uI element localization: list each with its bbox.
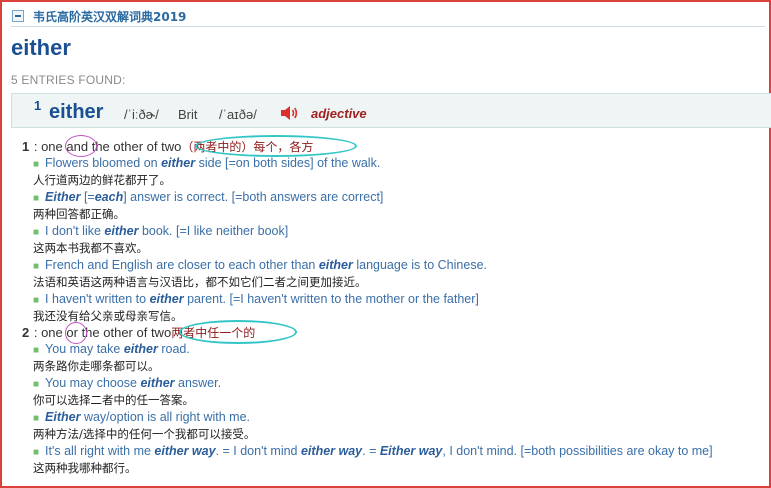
definition-text: one: [41, 139, 67, 154]
square-bullet-icon: ■: [33, 261, 40, 272]
example-keyword: either: [149, 292, 184, 306]
minus-icon[interactable]: [12, 10, 24, 22]
dictionary-name[interactable]: 韦氏高阶英汉双解词典2019: [33, 8, 186, 25]
example-text: Flowers bloomed on: [45, 156, 162, 170]
example-sentence: ■ French and English are closer to each o…: [33, 258, 487, 274]
entry-word: either: [49, 101, 104, 123]
example-sentence: ■ I haven't written to either parent. [=I…: [33, 292, 479, 308]
example-translation: 这两本书我都不喜欢。: [33, 241, 148, 255]
example-text: ] answer is correct. [=both answers are …: [123, 190, 384, 204]
example-keyword: either: [123, 342, 158, 356]
highlight-ring-chinese-2: [179, 320, 297, 344]
example-keyword: either way: [154, 444, 216, 458]
example-sentence: ■ You may choose either answer.: [33, 376, 221, 392]
square-bullet-icon: ■: [33, 413, 40, 424]
square-bullet-icon: ■: [33, 379, 40, 390]
header-divider: [11, 26, 765, 27]
pronunciation-us: /ˈiːðɚ/: [124, 107, 159, 122]
example-text: road.: [157, 342, 190, 356]
example-text: French and English are closer to each ot…: [45, 258, 319, 272]
sense-separator: :: [30, 325, 42, 340]
square-bullet-icon: ■: [33, 447, 40, 458]
example-translation: 两条路你走哪条都可以。: [33, 359, 160, 373]
example-text: way/option is all right with me.: [80, 410, 250, 424]
definition-text: the other of two: [77, 325, 172, 340]
example-keyword: Either: [45, 410, 81, 424]
example-text: book. [=I like neither book]: [138, 224, 289, 238]
example-text: language is to Chinese.: [352, 258, 487, 272]
headword-title: either: [11, 35, 71, 60]
square-bullet-icon: ■: [33, 345, 40, 356]
sense-number: 1: [22, 139, 30, 154]
example-keyword: either: [104, 224, 139, 238]
square-bullet-icon: ■: [33, 295, 40, 306]
example-sentence: ■ It's all right with me either way. = I …: [33, 444, 713, 460]
part-of-speech: adjective: [311, 106, 367, 121]
dictionary-header: 韦氏高阶英汉双解词典2019: [12, 7, 186, 25]
example-keyword: Either: [45, 190, 81, 204]
example-sentence: ■ I don't like either book. [=I like neit…: [33, 224, 288, 240]
example-text: [=: [80, 190, 95, 204]
sense-number: 2: [22, 325, 30, 340]
example-translation: 两种回答都正确。: [33, 207, 125, 221]
example-text: . =: [362, 444, 380, 458]
highlight-ring-or: [65, 322, 87, 344]
highlight-ring-chinese-1: [195, 135, 357, 157]
example-text: You may take: [45, 342, 124, 356]
example-keyword: each: [94, 190, 124, 204]
example-sentence: ■ You may take either road.: [33, 342, 190, 358]
example-keyword: either way: [300, 444, 363, 458]
definition-text: one: [41, 325, 67, 340]
example-sentence: ■ Flowers bloomed on either side [=on bot…: [33, 156, 380, 172]
example-text: answer.: [174, 376, 222, 390]
speaker-icon[interactable]: [279, 104, 299, 122]
example-text: , I don't mind. [=both possibilities are…: [442, 444, 713, 458]
example-text: You may choose: [45, 376, 141, 390]
pronunciation-uk: /ˈaɪðə/: [219, 107, 257, 122]
example-text: I haven't written to: [45, 292, 150, 306]
square-bullet-icon: ■: [33, 227, 40, 238]
example-translation: 你可以选择二者中的任一答案。: [33, 393, 194, 407]
example-keyword: Either way: [379, 444, 443, 458]
example-text: parent. [=I haven't written to the mothe…: [183, 292, 479, 306]
example-translation: 这两种我哪种都行。: [33, 461, 137, 475]
example-text: I don't like: [45, 224, 105, 238]
sense-separator: :: [30, 139, 42, 154]
example-text: . = I don't mind: [215, 444, 301, 458]
example-sentence: ■ Either way/option is all right with me.: [33, 410, 250, 426]
highlight-ring-and: [65, 135, 97, 157]
brit-label: Brit: [178, 107, 198, 122]
example-translation: 我还没有给父亲或母亲写信。: [33, 309, 183, 323]
square-bullet-icon: ■: [33, 193, 40, 204]
example-keyword: either: [161, 156, 196, 170]
example-text: It's all right with me: [45, 444, 155, 458]
example-text: side [=on both sides] of the walk.: [195, 156, 381, 170]
window-frame: 韦氏高阶英汉双解词典2019 either 5 ENTRIES FOUND: 1…: [0, 0, 771, 488]
example-keyword: either: [140, 376, 175, 390]
definition-text: the other of two: [88, 139, 182, 154]
example-sentence: ■ Either [=each] answer is correct. [=bot…: [33, 190, 383, 206]
entry-number: 1: [34, 98, 42, 113]
example-translation: 两种方法/选择中的任何一个我都可以接受。: [33, 427, 256, 441]
example-translation: 法语和英语这两种语言与汉语比，都不如它们二者之间更加接近。: [33, 275, 367, 289]
entry-header-bar: 1 either /ˈiːðɚ/ Brit /ˈaɪðə/ adjective: [11, 93, 771, 128]
example-keyword: either: [318, 258, 353, 272]
square-bullet-icon: ■: [33, 159, 40, 170]
example-translation: 人行道两边的鲜花都开了。: [33, 173, 171, 187]
entries-found-label: 5 ENTRIES FOUND:: [11, 73, 126, 87]
